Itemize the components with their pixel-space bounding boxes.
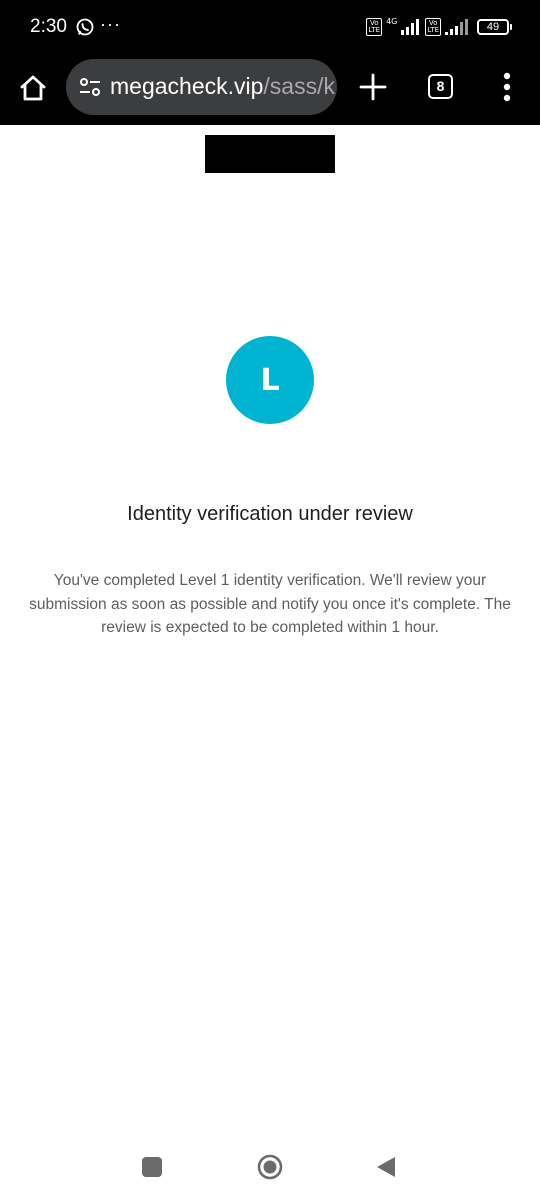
recents-icon[interactable] — [142, 1157, 162, 1177]
network-type: 4G — [386, 16, 398, 26]
nav-home-icon[interactable] — [257, 1154, 283, 1180]
avatar: L — [226, 336, 314, 424]
browser-toolbar: megacheck.vip/sass/k 8 — [0, 54, 540, 125]
status-time: 2:30 — [30, 16, 67, 37]
tune-icon[interactable] — [79, 76, 101, 98]
battery-tip — [510, 24, 512, 30]
signal-icon — [401, 19, 420, 35]
battery-level: 49 — [477, 19, 509, 35]
status-bar: 2:30 ··· Vo LTE 4G Vo LTE 49 — [0, 0, 540, 54]
page-content: L Identity verification under review You… — [0, 125, 540, 1135]
signal-icon-2 — [445, 19, 468, 35]
battery-icon: 49 — [477, 19, 512, 35]
avatar-letter: L — [260, 362, 280, 398]
tab-switcher-icon[interactable]: 8 — [428, 74, 453, 99]
site-logo-redacted — [205, 135, 335, 173]
more-vert-icon[interactable] — [502, 72, 512, 102]
more-notifications-indicator: ··· — [100, 14, 121, 34]
url-domain: megacheck.vip — [110, 73, 264, 99]
volte-badge-2: Vo LTE — [425, 18, 441, 36]
address-bar[interactable]: megacheck.vip/sass/k — [66, 59, 337, 115]
whatsapp-icon — [76, 18, 94, 36]
url-path: /sass/k — [263, 73, 335, 99]
volte-badge: Vo LTE — [366, 18, 383, 36]
navigation-bar — [0, 1135, 540, 1200]
plus-icon[interactable] — [359, 73, 387, 101]
home-icon[interactable] — [18, 73, 48, 103]
back-icon[interactable] — [375, 1155, 397, 1179]
url-text[interactable]: megacheck.vip/sass/k — [110, 73, 335, 100]
description-text: You've completed Level 1 identity verifi… — [29, 572, 511, 636]
page-title: Identity verification under review — [127, 503, 413, 525]
status-indicators: Vo LTE 4G Vo LTE 49 — [366, 17, 512, 37]
